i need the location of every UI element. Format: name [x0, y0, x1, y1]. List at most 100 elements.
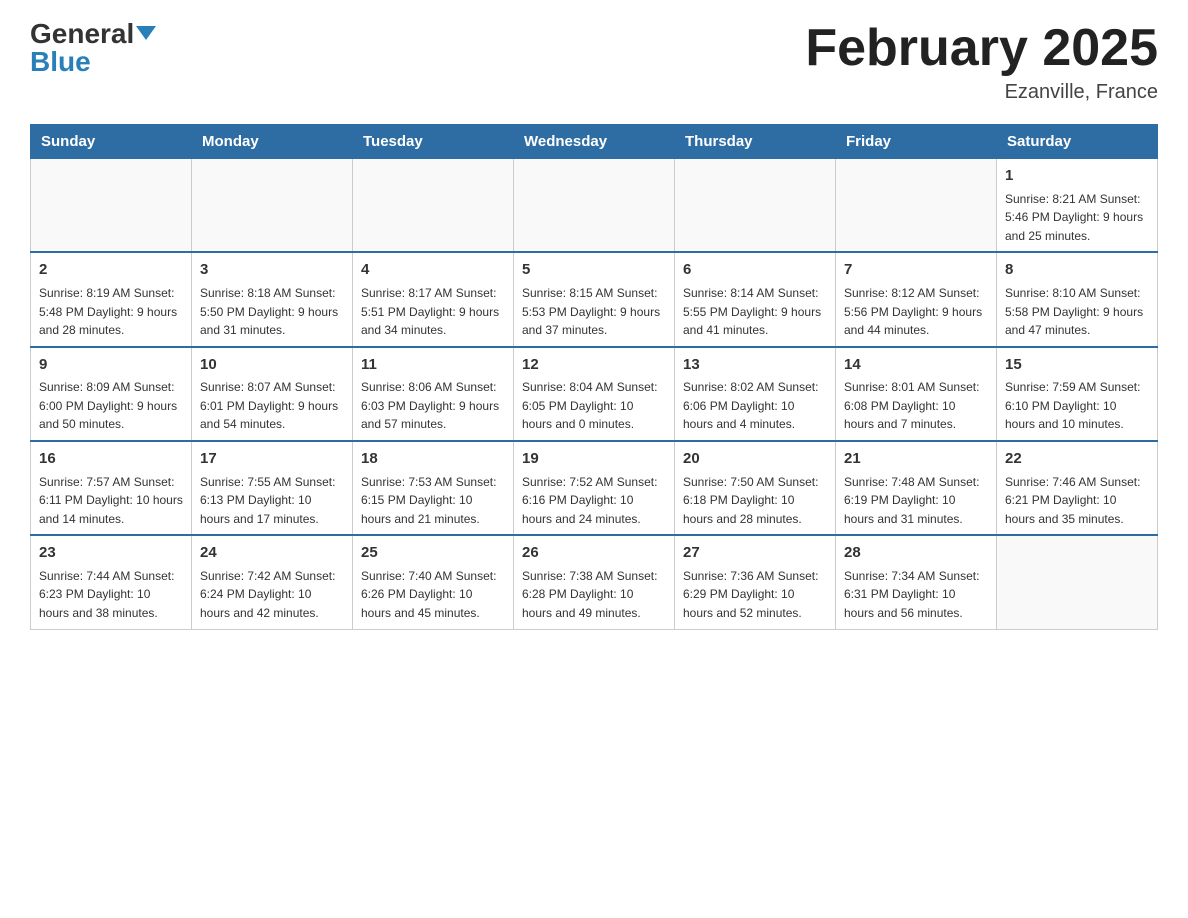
- day-info: Sunrise: 7:34 AM Sunset: 6:31 PM Dayligh…: [844, 567, 988, 623]
- day-info: Sunrise: 8:14 AM Sunset: 5:55 PM Dayligh…: [683, 284, 827, 340]
- day-info: Sunrise: 8:10 AM Sunset: 5:58 PM Dayligh…: [1005, 284, 1149, 340]
- calendar-week-row: 2Sunrise: 8:19 AM Sunset: 5:48 PM Daylig…: [31, 252, 1158, 346]
- day-info: Sunrise: 7:48 AM Sunset: 6:19 PM Dayligh…: [844, 473, 988, 529]
- day-number: 18: [361, 448, 505, 471]
- calendar-cell: 14Sunrise: 8:01 AM Sunset: 6:08 PM Dayli…: [836, 347, 997, 441]
- day-number: 1: [1005, 165, 1149, 188]
- day-number: 26: [522, 542, 666, 565]
- calendar-cell: [675, 159, 836, 253]
- day-number: 7: [844, 259, 988, 282]
- day-info: Sunrise: 8:17 AM Sunset: 5:51 PM Dayligh…: [361, 284, 505, 340]
- day-number: 9: [39, 354, 183, 377]
- calendar-cell: 3Sunrise: 8:18 AM Sunset: 5:50 PM Daylig…: [192, 252, 353, 346]
- location: Ezanville, France: [805, 81, 1158, 104]
- calendar-cell: [31, 159, 192, 253]
- logo-blue-text: Blue: [30, 48, 91, 76]
- day-number: 27: [683, 542, 827, 565]
- title-block: February 2025 Ezanville, France: [805, 20, 1158, 104]
- calendar-cell: 24Sunrise: 7:42 AM Sunset: 6:24 PM Dayli…: [192, 535, 353, 629]
- calendar-cell: 26Sunrise: 7:38 AM Sunset: 6:28 PM Dayli…: [514, 535, 675, 629]
- calendar-cell: 8Sunrise: 8:10 AM Sunset: 5:58 PM Daylig…: [997, 252, 1158, 346]
- calendar-cell: [514, 159, 675, 253]
- calendar-cell: 27Sunrise: 7:36 AM Sunset: 6:29 PM Dayli…: [675, 535, 836, 629]
- header-sunday: Sunday: [31, 125, 192, 159]
- day-info: Sunrise: 7:55 AM Sunset: 6:13 PM Dayligh…: [200, 473, 344, 529]
- day-number: 20: [683, 448, 827, 471]
- calendar-cell: 20Sunrise: 7:50 AM Sunset: 6:18 PM Dayli…: [675, 441, 836, 535]
- day-number: 11: [361, 354, 505, 377]
- day-info: Sunrise: 7:53 AM Sunset: 6:15 PM Dayligh…: [361, 473, 505, 529]
- day-info: Sunrise: 8:21 AM Sunset: 5:46 PM Dayligh…: [1005, 190, 1149, 246]
- calendar-cell: 22Sunrise: 7:46 AM Sunset: 6:21 PM Dayli…: [997, 441, 1158, 535]
- calendar-week-row: 1Sunrise: 8:21 AM Sunset: 5:46 PM Daylig…: [31, 159, 1158, 253]
- day-info: Sunrise: 8:04 AM Sunset: 6:05 PM Dayligh…: [522, 378, 666, 434]
- calendar-cell: 23Sunrise: 7:44 AM Sunset: 6:23 PM Dayli…: [31, 535, 192, 629]
- calendar-cell: [192, 159, 353, 253]
- day-info: Sunrise: 8:09 AM Sunset: 6:00 PM Dayligh…: [39, 378, 183, 434]
- day-info: Sunrise: 7:46 AM Sunset: 6:21 PM Dayligh…: [1005, 473, 1149, 529]
- day-info: Sunrise: 8:07 AM Sunset: 6:01 PM Dayligh…: [200, 378, 344, 434]
- calendar-table: Sunday Monday Tuesday Wednesday Thursday…: [30, 124, 1158, 629]
- calendar-cell: 17Sunrise: 7:55 AM Sunset: 6:13 PM Dayli…: [192, 441, 353, 535]
- day-number: 10: [200, 354, 344, 377]
- day-number: 14: [844, 354, 988, 377]
- day-number: 8: [1005, 259, 1149, 282]
- day-info: Sunrise: 7:42 AM Sunset: 6:24 PM Dayligh…: [200, 567, 344, 623]
- month-title: February 2025: [805, 20, 1158, 77]
- day-number: 22: [1005, 448, 1149, 471]
- day-info: Sunrise: 7:36 AM Sunset: 6:29 PM Dayligh…: [683, 567, 827, 623]
- day-number: 3: [200, 259, 344, 282]
- day-number: 25: [361, 542, 505, 565]
- header-tuesday: Tuesday: [353, 125, 514, 159]
- calendar-cell: [353, 159, 514, 253]
- day-number: 24: [200, 542, 344, 565]
- calendar-cell: 11Sunrise: 8:06 AM Sunset: 6:03 PM Dayli…: [353, 347, 514, 441]
- day-info: Sunrise: 8:06 AM Sunset: 6:03 PM Dayligh…: [361, 378, 505, 434]
- calendar-cell: 21Sunrise: 7:48 AM Sunset: 6:19 PM Dayli…: [836, 441, 997, 535]
- day-number: 19: [522, 448, 666, 471]
- calendar-cell: 4Sunrise: 8:17 AM Sunset: 5:51 PM Daylig…: [353, 252, 514, 346]
- calendar-cell: 6Sunrise: 8:14 AM Sunset: 5:55 PM Daylig…: [675, 252, 836, 346]
- day-number: 17: [200, 448, 344, 471]
- logo-triangle-icon: [136, 26, 156, 40]
- day-number: 13: [683, 354, 827, 377]
- calendar-cell: 28Sunrise: 7:34 AM Sunset: 6:31 PM Dayli…: [836, 535, 997, 629]
- day-info: Sunrise: 8:15 AM Sunset: 5:53 PM Dayligh…: [522, 284, 666, 340]
- calendar-week-row: 9Sunrise: 8:09 AM Sunset: 6:00 PM Daylig…: [31, 347, 1158, 441]
- day-number: 4: [361, 259, 505, 282]
- day-number: 21: [844, 448, 988, 471]
- day-info: Sunrise: 7:59 AM Sunset: 6:10 PM Dayligh…: [1005, 378, 1149, 434]
- day-info: Sunrise: 8:12 AM Sunset: 5:56 PM Dayligh…: [844, 284, 988, 340]
- day-number: 5: [522, 259, 666, 282]
- calendar-cell: 2Sunrise: 8:19 AM Sunset: 5:48 PM Daylig…: [31, 252, 192, 346]
- page-header: General Blue February 2025 Ezanville, Fr…: [30, 20, 1158, 104]
- day-number: 15: [1005, 354, 1149, 377]
- day-number: 28: [844, 542, 988, 565]
- calendar-cell: 18Sunrise: 7:53 AM Sunset: 6:15 PM Dayli…: [353, 441, 514, 535]
- header-friday: Friday: [836, 125, 997, 159]
- day-number: 12: [522, 354, 666, 377]
- calendar-cell: 12Sunrise: 8:04 AM Sunset: 6:05 PM Dayli…: [514, 347, 675, 441]
- logo: General Blue: [30, 20, 156, 76]
- calendar-week-row: 23Sunrise: 7:44 AM Sunset: 6:23 PM Dayli…: [31, 535, 1158, 629]
- day-info: Sunrise: 7:44 AM Sunset: 6:23 PM Dayligh…: [39, 567, 183, 623]
- day-info: Sunrise: 7:52 AM Sunset: 6:16 PM Dayligh…: [522, 473, 666, 529]
- day-number: 6: [683, 259, 827, 282]
- day-info: Sunrise: 8:19 AM Sunset: 5:48 PM Dayligh…: [39, 284, 183, 340]
- calendar-cell: 16Sunrise: 7:57 AM Sunset: 6:11 PM Dayli…: [31, 441, 192, 535]
- header-monday: Monday: [192, 125, 353, 159]
- calendar-cell: 15Sunrise: 7:59 AM Sunset: 6:10 PM Dayli…: [997, 347, 1158, 441]
- day-number: 2: [39, 259, 183, 282]
- calendar-cell: 10Sunrise: 8:07 AM Sunset: 6:01 PM Dayli…: [192, 347, 353, 441]
- calendar-cell: 5Sunrise: 8:15 AM Sunset: 5:53 PM Daylig…: [514, 252, 675, 346]
- calendar-cell: [997, 535, 1158, 629]
- header-thursday: Thursday: [675, 125, 836, 159]
- calendar-cell: 13Sunrise: 8:02 AM Sunset: 6:06 PM Dayli…: [675, 347, 836, 441]
- day-number: 16: [39, 448, 183, 471]
- logo-general: General: [30, 20, 156, 48]
- calendar-cell: [836, 159, 997, 253]
- day-info: Sunrise: 8:18 AM Sunset: 5:50 PM Dayligh…: [200, 284, 344, 340]
- calendar-cell: 25Sunrise: 7:40 AM Sunset: 6:26 PM Dayli…: [353, 535, 514, 629]
- calendar-cell: 9Sunrise: 8:09 AM Sunset: 6:00 PM Daylig…: [31, 347, 192, 441]
- day-info: Sunrise: 7:57 AM Sunset: 6:11 PM Dayligh…: [39, 473, 183, 529]
